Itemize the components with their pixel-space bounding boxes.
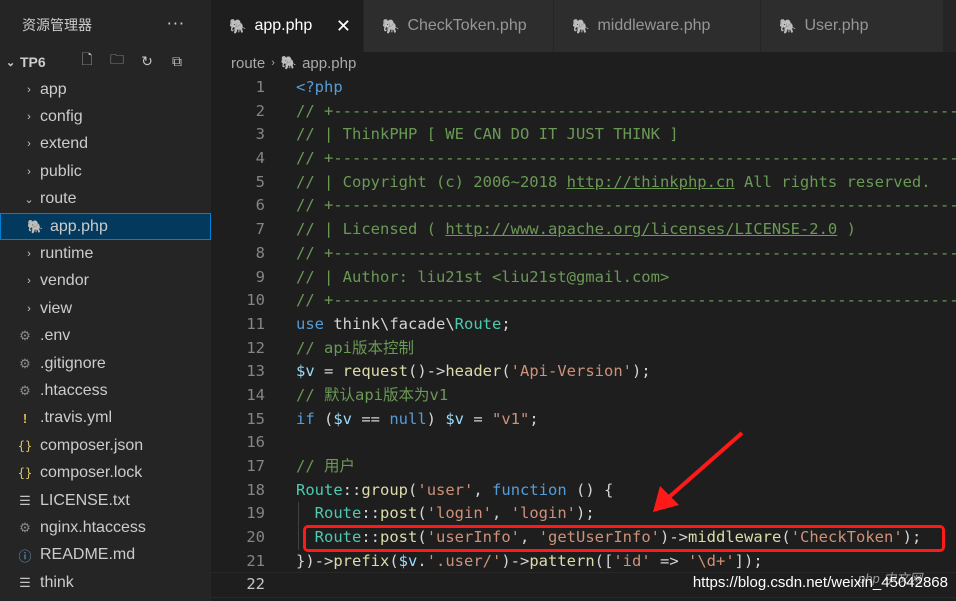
- annotation-arrow: [653, 431, 744, 512]
- watermark: https://blog.csdn.net/weixin_45042868: [692, 574, 948, 591]
